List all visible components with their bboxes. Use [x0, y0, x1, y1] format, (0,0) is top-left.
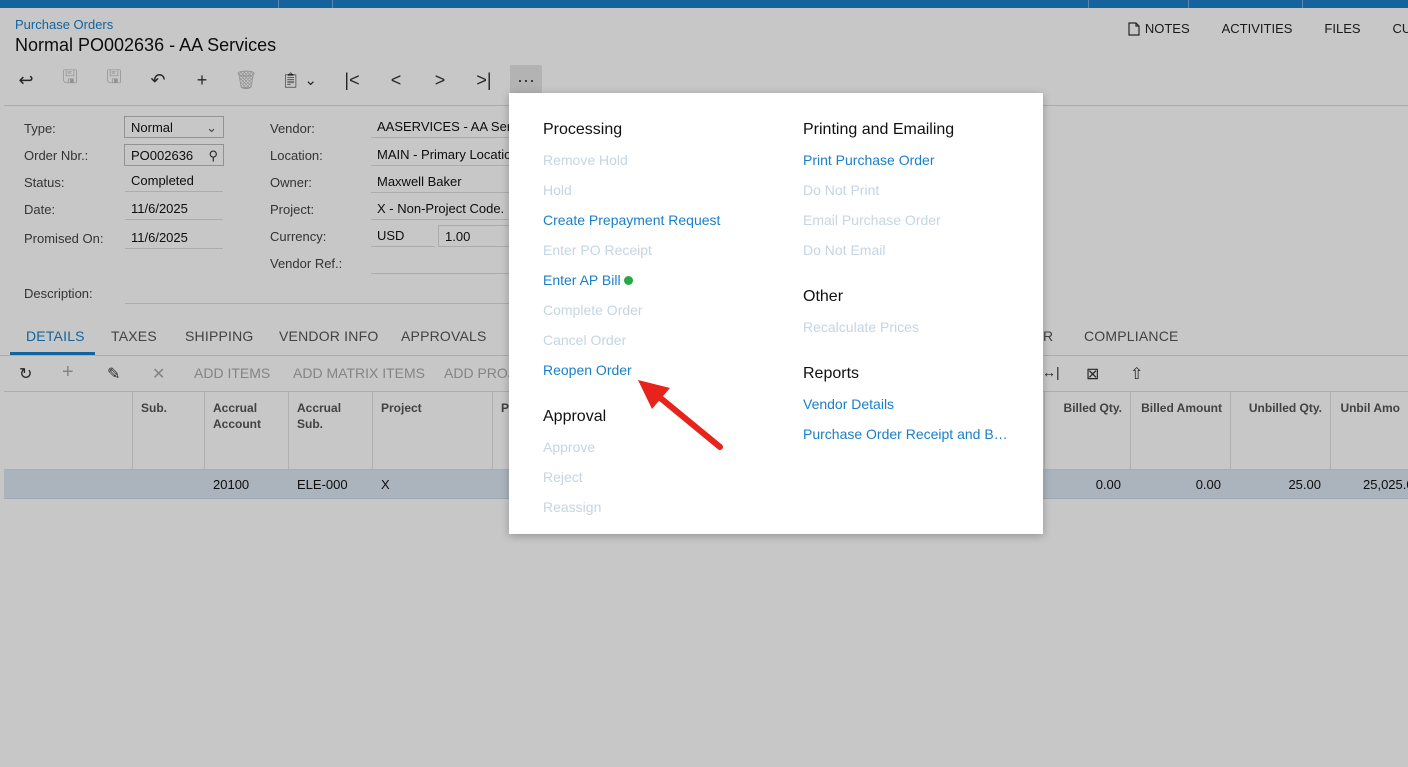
arrow-shaft: [655, 393, 723, 450]
annotation-arrow: [638, 380, 723, 450]
